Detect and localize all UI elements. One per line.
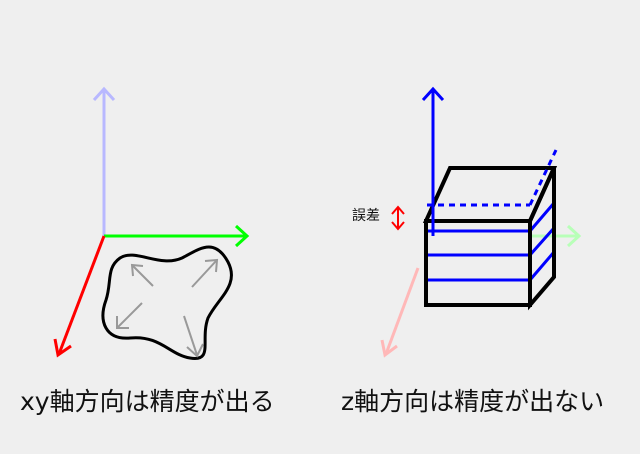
left-z-axis-arrow [92, 86, 116, 236]
right-faded-axes [380, 224, 582, 358]
left-y-axis-arrow [104, 224, 250, 248]
right-z-axis-arrow [421, 86, 445, 236]
shrink-arrow-upper-left [130, 263, 154, 287]
left-caption: xy軸方向は精度が出る [20, 387, 275, 416]
left-axes [53, 86, 250, 358]
shrink-arrow-upper-right [191, 258, 219, 288]
left-x-axis-arrow [53, 235, 106, 358]
shrink-arrow-lower-right [183, 315, 204, 358]
diagram-stage: 誤差 xy軸方向は精度が出る z軸方向は精度が出ない [0, 0, 640, 454]
layered-cube [422, 149, 558, 311]
right-x-axis-arrow-faded [380, 267, 420, 358]
right-caption: z軸方向は精度が出ない [341, 387, 605, 416]
cube-layer-lines-front [426, 229, 530, 282]
error-label: 誤差 [352, 208, 380, 224]
error-double-arrow [391, 205, 405, 231]
shrink-arrow-lower-left [116, 302, 143, 329]
shrink-arrows [116, 258, 219, 358]
